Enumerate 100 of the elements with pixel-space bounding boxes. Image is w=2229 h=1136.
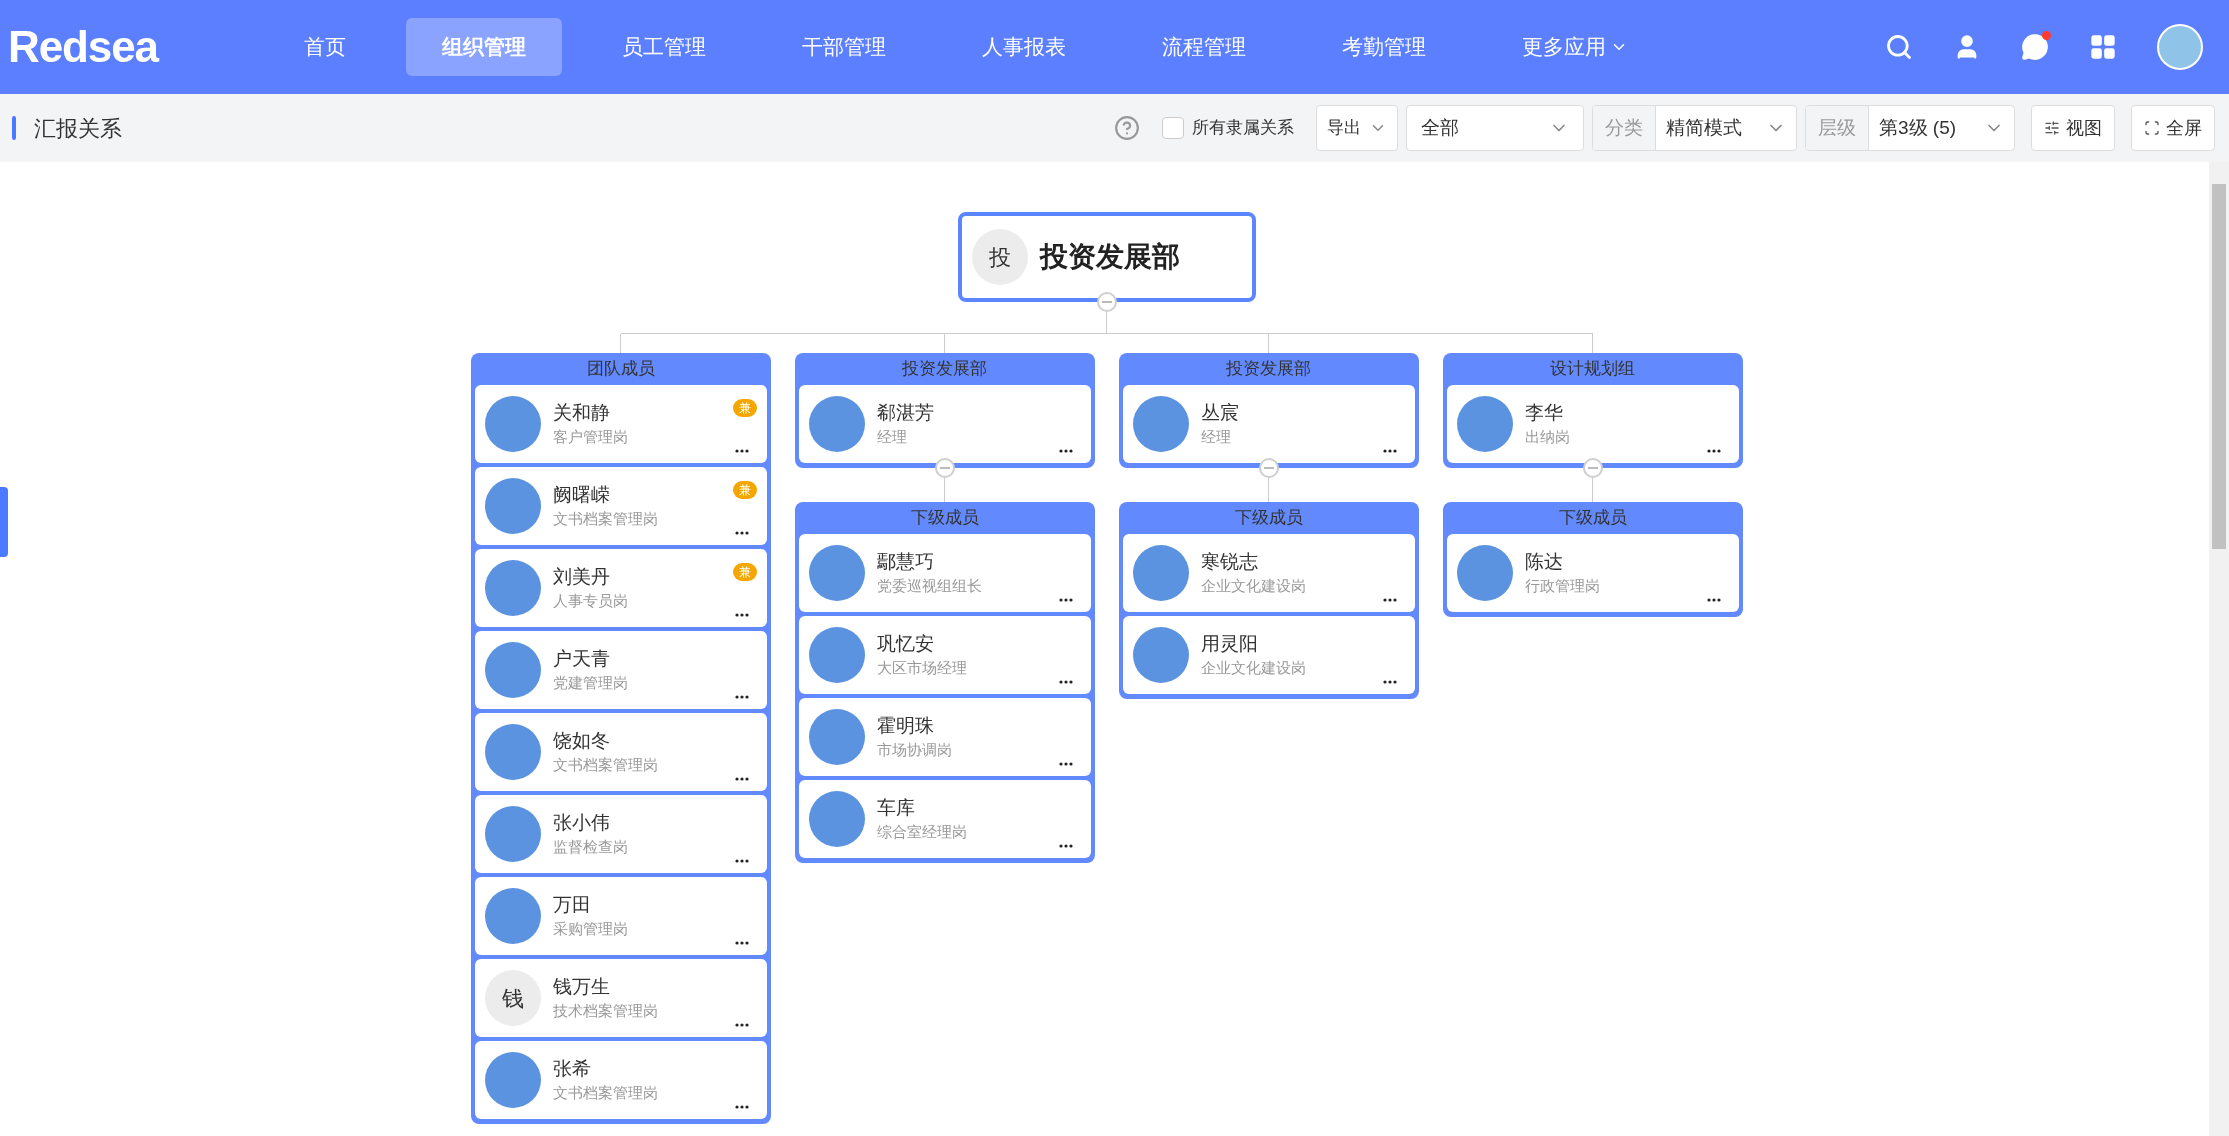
more-icon[interactable] bbox=[1058, 680, 1073, 684]
department-name: 投资发展部 bbox=[1039, 240, 1180, 274]
member-role: 文书档案管理岗 bbox=[552, 509, 658, 529]
nav-tab[interactable]: 考勤管理 bbox=[1306, 18, 1462, 76]
member-role: 文书档案管理岗 bbox=[552, 755, 658, 775]
member-name: 阙曙嵘 bbox=[552, 483, 611, 507]
more-icon[interactable] bbox=[1058, 762, 1073, 766]
member-role: 行政管理岗 bbox=[1524, 576, 1600, 596]
member-card[interactable]: 鄢慧巧 党委巡视组组长 bbox=[798, 534, 1091, 612]
more-icon[interactable] bbox=[734, 1105, 749, 1109]
view-button[interactable]: 视图 bbox=[2031, 105, 2115, 151]
more-icon[interactable] bbox=[1706, 449, 1721, 453]
member-role: 采购管理岗 bbox=[552, 919, 628, 939]
apps-grid-icon[interactable] bbox=[2089, 33, 2117, 61]
group-title: 设计规划组 bbox=[1549, 358, 1636, 381]
scrollbar[interactable] bbox=[2209, 162, 2229, 1136]
group-title: 投资发展部 bbox=[901, 358, 988, 381]
more-icon[interactable] bbox=[1058, 844, 1073, 848]
fullscreen-button[interactable]: 全屏 bbox=[2131, 105, 2215, 151]
member-role: 技术档案管理岗 bbox=[552, 1001, 658, 1021]
member-card[interactable]: 钱 钱万生 技术档案管理岗 bbox=[474, 959, 767, 1037]
member-card[interactable]: 丛宸 经理 bbox=[1122, 385, 1415, 463]
more-icon[interactable] bbox=[734, 1023, 749, 1027]
initial-avatar: 钱 bbox=[484, 970, 541, 1026]
member-card[interactable]: 巩忆安 大区市场经理 bbox=[798, 616, 1091, 694]
member-name: 霍明珠 bbox=[876, 714, 935, 738]
logo[interactable]: Redsea bbox=[8, 14, 268, 80]
more-icon[interactable] bbox=[734, 613, 749, 617]
member-card[interactable]: 张希 文书档案管理岗 bbox=[474, 1041, 767, 1119]
more-icon[interactable] bbox=[1058, 449, 1073, 453]
part-time-badge: 兼 bbox=[732, 481, 757, 499]
scope-select[interactable]: 全部 bbox=[1406, 105, 1584, 151]
nav-tab[interactable]: 干部管理 bbox=[766, 18, 922, 76]
more-icon[interactable] bbox=[1382, 598, 1397, 602]
member-name: 张小伟 bbox=[552, 811, 611, 835]
member-card[interactable]: 刘美丹 人事专员岗 兼 bbox=[474, 549, 767, 627]
more-icon[interactable] bbox=[1058, 598, 1073, 602]
member-role: 客户管理岗 bbox=[552, 427, 628, 447]
root-card[interactable]: 投 投资发展部 bbox=[957, 212, 1256, 302]
member-card[interactable]: 陈达 行政管理岗 bbox=[1446, 534, 1739, 612]
more-icon[interactable] bbox=[734, 449, 749, 453]
member-card[interactable]: 关和静 客户管理岗 兼 bbox=[474, 385, 767, 463]
category-select[interactable]: 分类 精简模式 bbox=[1592, 105, 1797, 151]
member-name: 用灵阳 bbox=[1200, 632, 1259, 656]
more-icon[interactable] bbox=[734, 859, 749, 863]
part-time-badge: 兼 bbox=[732, 563, 757, 581]
member-name: 万田 bbox=[552, 893, 592, 917]
group-title: 下级成员 bbox=[1233, 507, 1304, 530]
nav-tab[interactable]: 更多应用 bbox=[1486, 18, 1664, 76]
search-icon[interactable] bbox=[1885, 33, 1913, 61]
member-role: 党委巡视组组长 bbox=[876, 576, 982, 596]
member-card[interactable]: 张小伟 监督检查岗 bbox=[474, 795, 767, 873]
nav-tab[interactable]: 首页 bbox=[268, 18, 382, 76]
sliders-icon bbox=[2044, 120, 2060, 136]
more-icon[interactable] bbox=[1382, 680, 1397, 684]
member-card[interactable]: 阙曙嵘 文书档案管理岗 兼 bbox=[474, 467, 767, 545]
chat-icon[interactable] bbox=[2021, 33, 2049, 61]
group-title: 下级成员 bbox=[1557, 507, 1628, 530]
more-icon[interactable] bbox=[734, 695, 749, 699]
member-card[interactable]: 用灵阳 企业文化建设岗 bbox=[1122, 616, 1415, 694]
nav-tab[interactable]: 员工管理 bbox=[586, 18, 742, 76]
member-card[interactable]: 车库 综合室经理岗 bbox=[798, 780, 1091, 858]
more-icon[interactable] bbox=[734, 531, 749, 535]
member-role: 文书档案管理岗 bbox=[552, 1083, 658, 1103]
member-role: 企业文化建设岗 bbox=[1200, 658, 1306, 678]
member-role: 人事专员岗 bbox=[552, 591, 628, 611]
member-role: 党建管理岗 bbox=[552, 673, 628, 693]
member-name: 钱万生 bbox=[552, 975, 611, 999]
member-card[interactable]: 李华 出纳岗 bbox=[1446, 385, 1739, 463]
member-name: 饶如冬 bbox=[552, 729, 611, 753]
level-select[interactable]: 层级 第3级 (5) bbox=[1805, 105, 2015, 151]
more-icon[interactable] bbox=[734, 777, 749, 781]
member-name: 张希 bbox=[552, 1057, 592, 1081]
member-card[interactable]: 寒锐志 企业文化建设岗 bbox=[1122, 534, 1415, 612]
member-card[interactable]: 户天青 党建管理岗 bbox=[474, 631, 767, 709]
initial-avatar: 投 bbox=[971, 229, 1028, 285]
member-role: 综合室经理岗 bbox=[876, 822, 967, 842]
user-avatar[interactable] bbox=[2157, 24, 2203, 70]
member-card[interactable]: 郗湛芳 经理 bbox=[798, 385, 1091, 463]
member-role: 经理 bbox=[876, 427, 908, 447]
member-name: 寒锐志 bbox=[1200, 550, 1259, 574]
more-icon[interactable] bbox=[1706, 598, 1721, 602]
help-icon[interactable] bbox=[1114, 115, 1140, 141]
member-role: 企业文化建设岗 bbox=[1200, 576, 1306, 596]
more-icon[interactable] bbox=[734, 941, 749, 945]
more-icon[interactable] bbox=[1382, 449, 1397, 453]
member-name: 关和静 bbox=[552, 401, 611, 425]
member-name: 鄢慧巧 bbox=[876, 550, 935, 574]
nav-tab[interactable]: 流程管理 bbox=[1126, 18, 1282, 76]
member-card[interactable]: 万田 采购管理岗 bbox=[474, 877, 767, 955]
page-title: 汇报关系 bbox=[34, 114, 122, 143]
export-dropdown[interactable]: 导出 bbox=[1316, 105, 1398, 151]
member-card[interactable]: 饶如冬 文书档案管理岗 bbox=[474, 713, 767, 791]
member-role: 出纳岗 bbox=[1524, 427, 1570, 447]
member-name: 车库 bbox=[876, 796, 916, 820]
affiliation-checkbox[interactable]: 所有隶属关系 bbox=[1162, 115, 1294, 141]
member-card[interactable]: 霍明珠 市场协调岗 bbox=[798, 698, 1091, 776]
member-role: 经理 bbox=[1200, 427, 1232, 447]
group-title: 团队成员 bbox=[585, 358, 656, 381]
nav-tab[interactable]: 人事报表 bbox=[946, 18, 1102, 76]
